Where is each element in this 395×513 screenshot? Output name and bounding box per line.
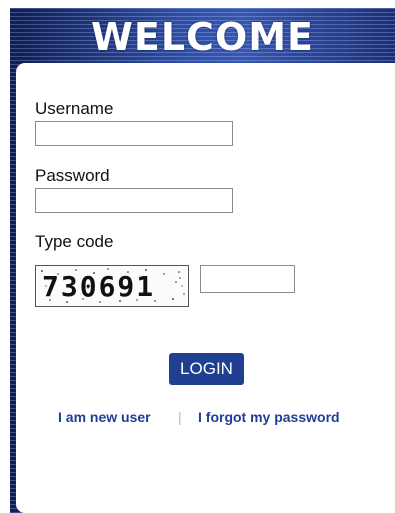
type-code-label: Type code [35, 232, 114, 251]
account-links: I am new user | I forgot my password [16, 409, 395, 427]
login-button[interactable]: LOGIN [169, 353, 244, 385]
new-user-link[interactable]: I am new user [58, 409, 151, 425]
welcome-title: WELCOME [90, 15, 315, 59]
captcha-code-input[interactable] [200, 265, 295, 293]
login-card: Username Password Type code 730691 LOGIN… [16, 63, 395, 513]
password-input[interactable] [35, 188, 233, 213]
captcha-image: 730691 [35, 265, 189, 307]
links-separator: | [178, 409, 182, 425]
login-panel-frame: WELCOME Username Password Type code 7306… [10, 8, 395, 513]
forgot-password-link[interactable]: I forgot my password [198, 409, 340, 425]
username-label: Username [35, 99, 114, 118]
captcha-text: 730691 [42, 270, 155, 303]
password-label: Password [35, 166, 110, 185]
username-input[interactable] [35, 121, 233, 146]
